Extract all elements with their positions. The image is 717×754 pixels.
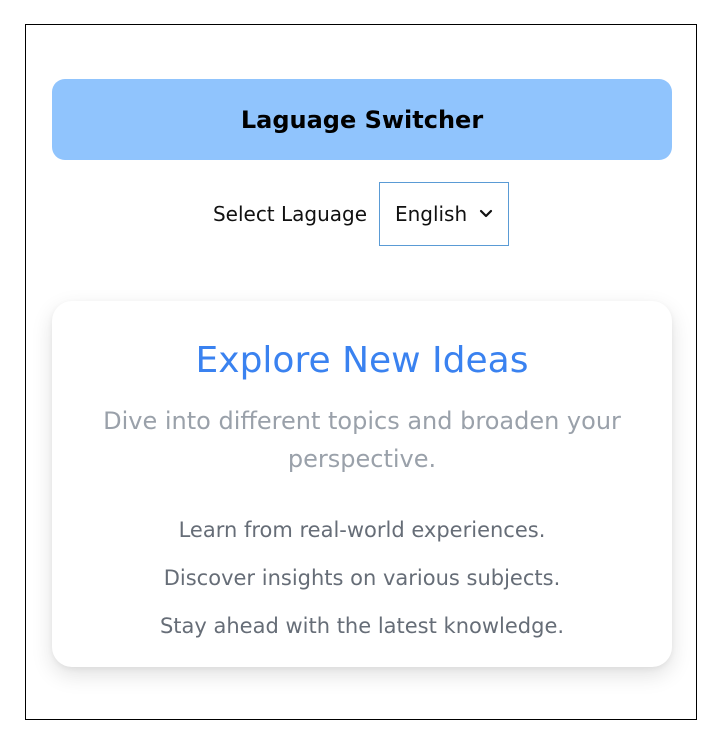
list-item: Discover insights on various subjects.	[163, 566, 561, 591]
card-subtitle: Dive into different topics and broaden y…	[103, 407, 621, 474]
language-select[interactable]: English	[379, 182, 510, 246]
card-list: Learn from real-world experiences. Disco…	[52, 506, 672, 650]
card-title: Explore New Ideas	[195, 340, 529, 381]
list-item: Stay ahead with the latest knowledge.	[159, 614, 565, 639]
page-frame: Laguage Switcher Select Laguage English …	[25, 24, 697, 720]
chevron-down-icon	[480, 209, 493, 218]
list-item: Learn from real-world experiences.	[178, 518, 546, 543]
language-row: Select Laguage English	[26, 182, 696, 246]
header-banner: Laguage Switcher	[52, 79, 672, 160]
page-title: Laguage Switcher	[240, 105, 484, 134]
language-label: Select Laguage	[212, 202, 368, 226]
content-card: Explore New Ideas Dive into different to…	[52, 301, 672, 667]
language-select-value: English	[394, 202, 468, 226]
